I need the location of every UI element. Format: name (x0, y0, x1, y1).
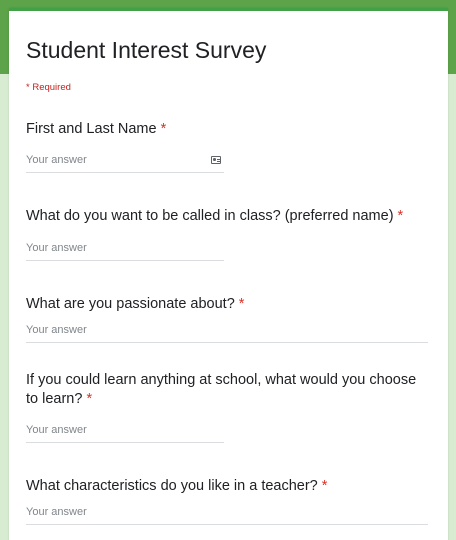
question-text: What characteristics do you like in a te… (26, 478, 318, 494)
question-label-learn: If you could learn anything at school, w… (26, 371, 426, 409)
answer-input-learn[interactable]: Your answer (26, 423, 224, 443)
contact-card-icon[interactable] (211, 156, 221, 164)
answer-placeholder: Your answer (26, 506, 87, 518)
answer-placeholder: Your answer (26, 242, 87, 254)
required-asterisk: * (160, 121, 167, 137)
question-label-preferred-name: What do you want to be called in class? … (26, 207, 436, 226)
form-title: Student Interest Survey (26, 37, 267, 63)
required-asterisk: * (397, 208, 404, 224)
form-card: Student Interest Survey * Required First… (9, 8, 448, 540)
required-asterisk: * (321, 478, 328, 494)
required-asterisk: * (238, 296, 245, 312)
question-text: If you could learn anything at school, w… (26, 372, 417, 407)
question-label-name: First and Last Name * (26, 120, 426, 139)
question-label-passion: What are you passionate about? * (26, 295, 426, 314)
form-page: Student Interest Survey * Required First… (0, 0, 456, 540)
answer-placeholder: Your answer (26, 154, 87, 166)
question-text: What do you want to be called in class? … (26, 208, 394, 224)
question-text: First and Last Name (26, 121, 157, 137)
answer-input-name[interactable]: Your answer (26, 153, 224, 173)
answer-input-preferred-name[interactable]: Your answer (26, 241, 224, 261)
question-label-teacher: What characteristics do you like in a te… (26, 477, 436, 496)
required-note: * Required (26, 82, 71, 93)
answer-placeholder: Your answer (26, 324, 87, 336)
required-asterisk: * (86, 391, 93, 407)
answer-input-teacher[interactable]: Your answer (26, 505, 428, 525)
answer-input-passion[interactable]: Your answer (26, 323, 428, 343)
answer-placeholder: Your answer (26, 424, 87, 436)
question-text: What are you passionate about? (26, 296, 235, 312)
